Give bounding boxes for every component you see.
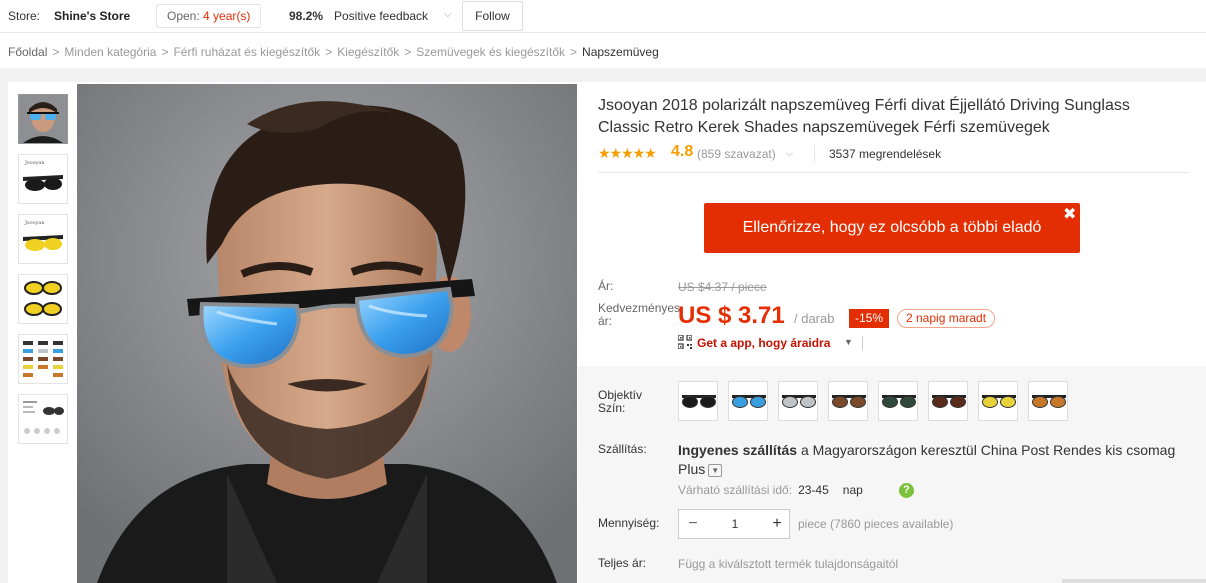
chevron-down-icon[interactable]: ⌵	[786, 148, 793, 159]
rating-stars: ★★★★★	[598, 145, 657, 161]
color-swatch-brown[interactable]	[828, 381, 868, 421]
breadcrumb-separator: >	[52, 45, 60, 59]
breadcrumb-separator: >	[404, 45, 412, 59]
svg-text:Jsooyan: Jsooyan	[24, 160, 45, 166]
breadcrumb-separator: >	[325, 45, 333, 59]
product-main-image[interactable]	[77, 84, 577, 583]
thumbnail-1[interactable]	[18, 94, 68, 144]
discount-badge: -15%	[849, 309, 890, 328]
breadcrumb-item[interactable]: Szemüvegek és kiegészítők	[416, 45, 565, 59]
total-price-text: Függ a kiválsztott termék tulajdonságait…	[678, 557, 899, 571]
rating-row: ★★★★★ 4.8 (859 szavazat) ⌵ 3537 megrende…	[598, 143, 1188, 173]
sunglasses-icon	[832, 395, 866, 408]
breadcrumb-item[interactable]: Kiegészítők	[337, 45, 399, 59]
original-price: US $4.37 / piece	[678, 280, 767, 294]
sunglasses-icon	[1032, 395, 1066, 408]
color-swatch-black[interactable]	[678, 381, 718, 421]
est-days: 23-45	[798, 483, 829, 497]
est-unit: nap	[842, 483, 863, 497]
follow-button[interactable]: Follow	[462, 1, 523, 31]
color-swatch-blue[interactable]	[728, 381, 768, 421]
product-title: Jsooyan 2018 polarizált napszemüveg Férf…	[598, 97, 1130, 136]
shipping-method: Ingyenes szállítás a Magyarországon kere…	[678, 441, 1188, 479]
divider	[862, 336, 863, 350]
positive-feedback-link[interactable]: Positive feedback	[334, 9, 428, 23]
quantity-label: Mennyiség:	[598, 516, 660, 530]
qr-code-icon	[678, 335, 692, 349]
rating-score: 4.8	[671, 143, 694, 160]
quantity-stepper: − +	[678, 509, 790, 539]
color-swatch-silver[interactable]	[778, 381, 818, 421]
shipping-label: Szállítás:	[598, 442, 647, 456]
sunglasses-icon	[782, 395, 816, 408]
close-icon[interactable]: ✖	[1063, 204, 1076, 224]
sunglasses-icon	[882, 395, 916, 408]
thumbnail-3[interactable]: Jsooyan	[18, 214, 68, 264]
votes-count[interactable]: (859 szavazat)	[697, 147, 776, 161]
sunglasses-icon	[732, 395, 766, 408]
breadcrumb-item[interactable]: Főoldal	[8, 45, 47, 59]
color-swatch-dark-brown[interactable]	[928, 381, 968, 421]
available-pieces: piece (7860 pieces available)	[798, 517, 954, 531]
caret-down-icon: ▼	[844, 337, 853, 347]
free-shipping-text: Ingyenes szállítás	[678, 442, 798, 458]
price-label: Ár:	[598, 279, 614, 293]
quantity-decrease-button[interactable]: −	[679, 510, 707, 538]
breadcrumb-item[interactable]: Minden kategória	[64, 45, 156, 59]
cheaper-sellers-button[interactable]: Ellenőrizze, hogy ez olcsóbb a többi ela…	[704, 203, 1080, 253]
store-open-years: 4 year(s)	[203, 9, 251, 23]
price-unit: / darab	[794, 311, 835, 326]
breadcrumb-separator: >	[570, 45, 578, 59]
orders-count: 3537 megrendelések	[829, 147, 942, 161]
help-icon[interactable]: ?	[899, 483, 914, 498]
sunglasses-icon	[982, 395, 1016, 408]
color-swatch-orange[interactable]	[1028, 381, 1068, 421]
chevron-down-icon[interactable]: ▼	[708, 464, 723, 477]
store-name[interactable]: Shine's Store	[54, 9, 130, 23]
thumbnail-6[interactable]	[18, 394, 68, 444]
discount-price: US $ 3.71	[678, 302, 785, 329]
discount-price-label: Kedvezményes ár:	[598, 301, 681, 328]
app-price-text: Get a app, hogy áraidra	[697, 336, 831, 350]
estimated-delivery: Várható szállítási idő: 23-45 nap	[678, 483, 863, 497]
color-swatch-green[interactable]	[878, 381, 918, 421]
store-open-prefix: Open:	[167, 9, 200, 23]
total-price-label: Teljes ár:	[598, 556, 647, 570]
thumbnail-2[interactable]: Jsooyan	[18, 154, 68, 204]
divider	[814, 145, 815, 163]
svg-text:Jsooyan: Jsooyan	[24, 220, 45, 226]
sunglasses-icon	[682, 395, 716, 408]
sunglasses-icon	[932, 395, 966, 408]
days-left-badge: 2 napig maradt	[897, 309, 996, 328]
quantity-increase-button[interactable]: +	[763, 510, 791, 538]
store-open-badge: Open: 4 year(s)	[156, 4, 262, 28]
feedback-percent: 98.2%	[289, 9, 324, 23]
store-label: Store:	[8, 9, 41, 23]
breadcrumb: Főoldal > Minden kategória > Férfi ruházat é…	[8, 45, 659, 59]
thumbnail-4[interactable]	[18, 274, 68, 324]
breadcrumb-item[interactable]: Férfi ruházat és kiegészítők	[173, 45, 320, 59]
thumbnail-5[interactable]	[18, 334, 68, 384]
lens-color-label: Objektív Szín:	[598, 388, 643, 415]
scrollbar[interactable]	[1062, 579, 1206, 583]
breadcrumb-separator: >	[161, 45, 169, 59]
color-swatch-yellow[interactable]	[978, 381, 1018, 421]
store-bar: Store: Shine's Store Open: 4 year(s) 98.…	[0, 0, 1206, 33]
breadcrumb-item: Napszemüveg	[582, 45, 659, 59]
est-label: Várható szállítási idő:	[678, 483, 793, 497]
quantity-input[interactable]	[707, 510, 763, 538]
chevron-down-icon[interactable]: ⌵	[444, 9, 452, 20]
